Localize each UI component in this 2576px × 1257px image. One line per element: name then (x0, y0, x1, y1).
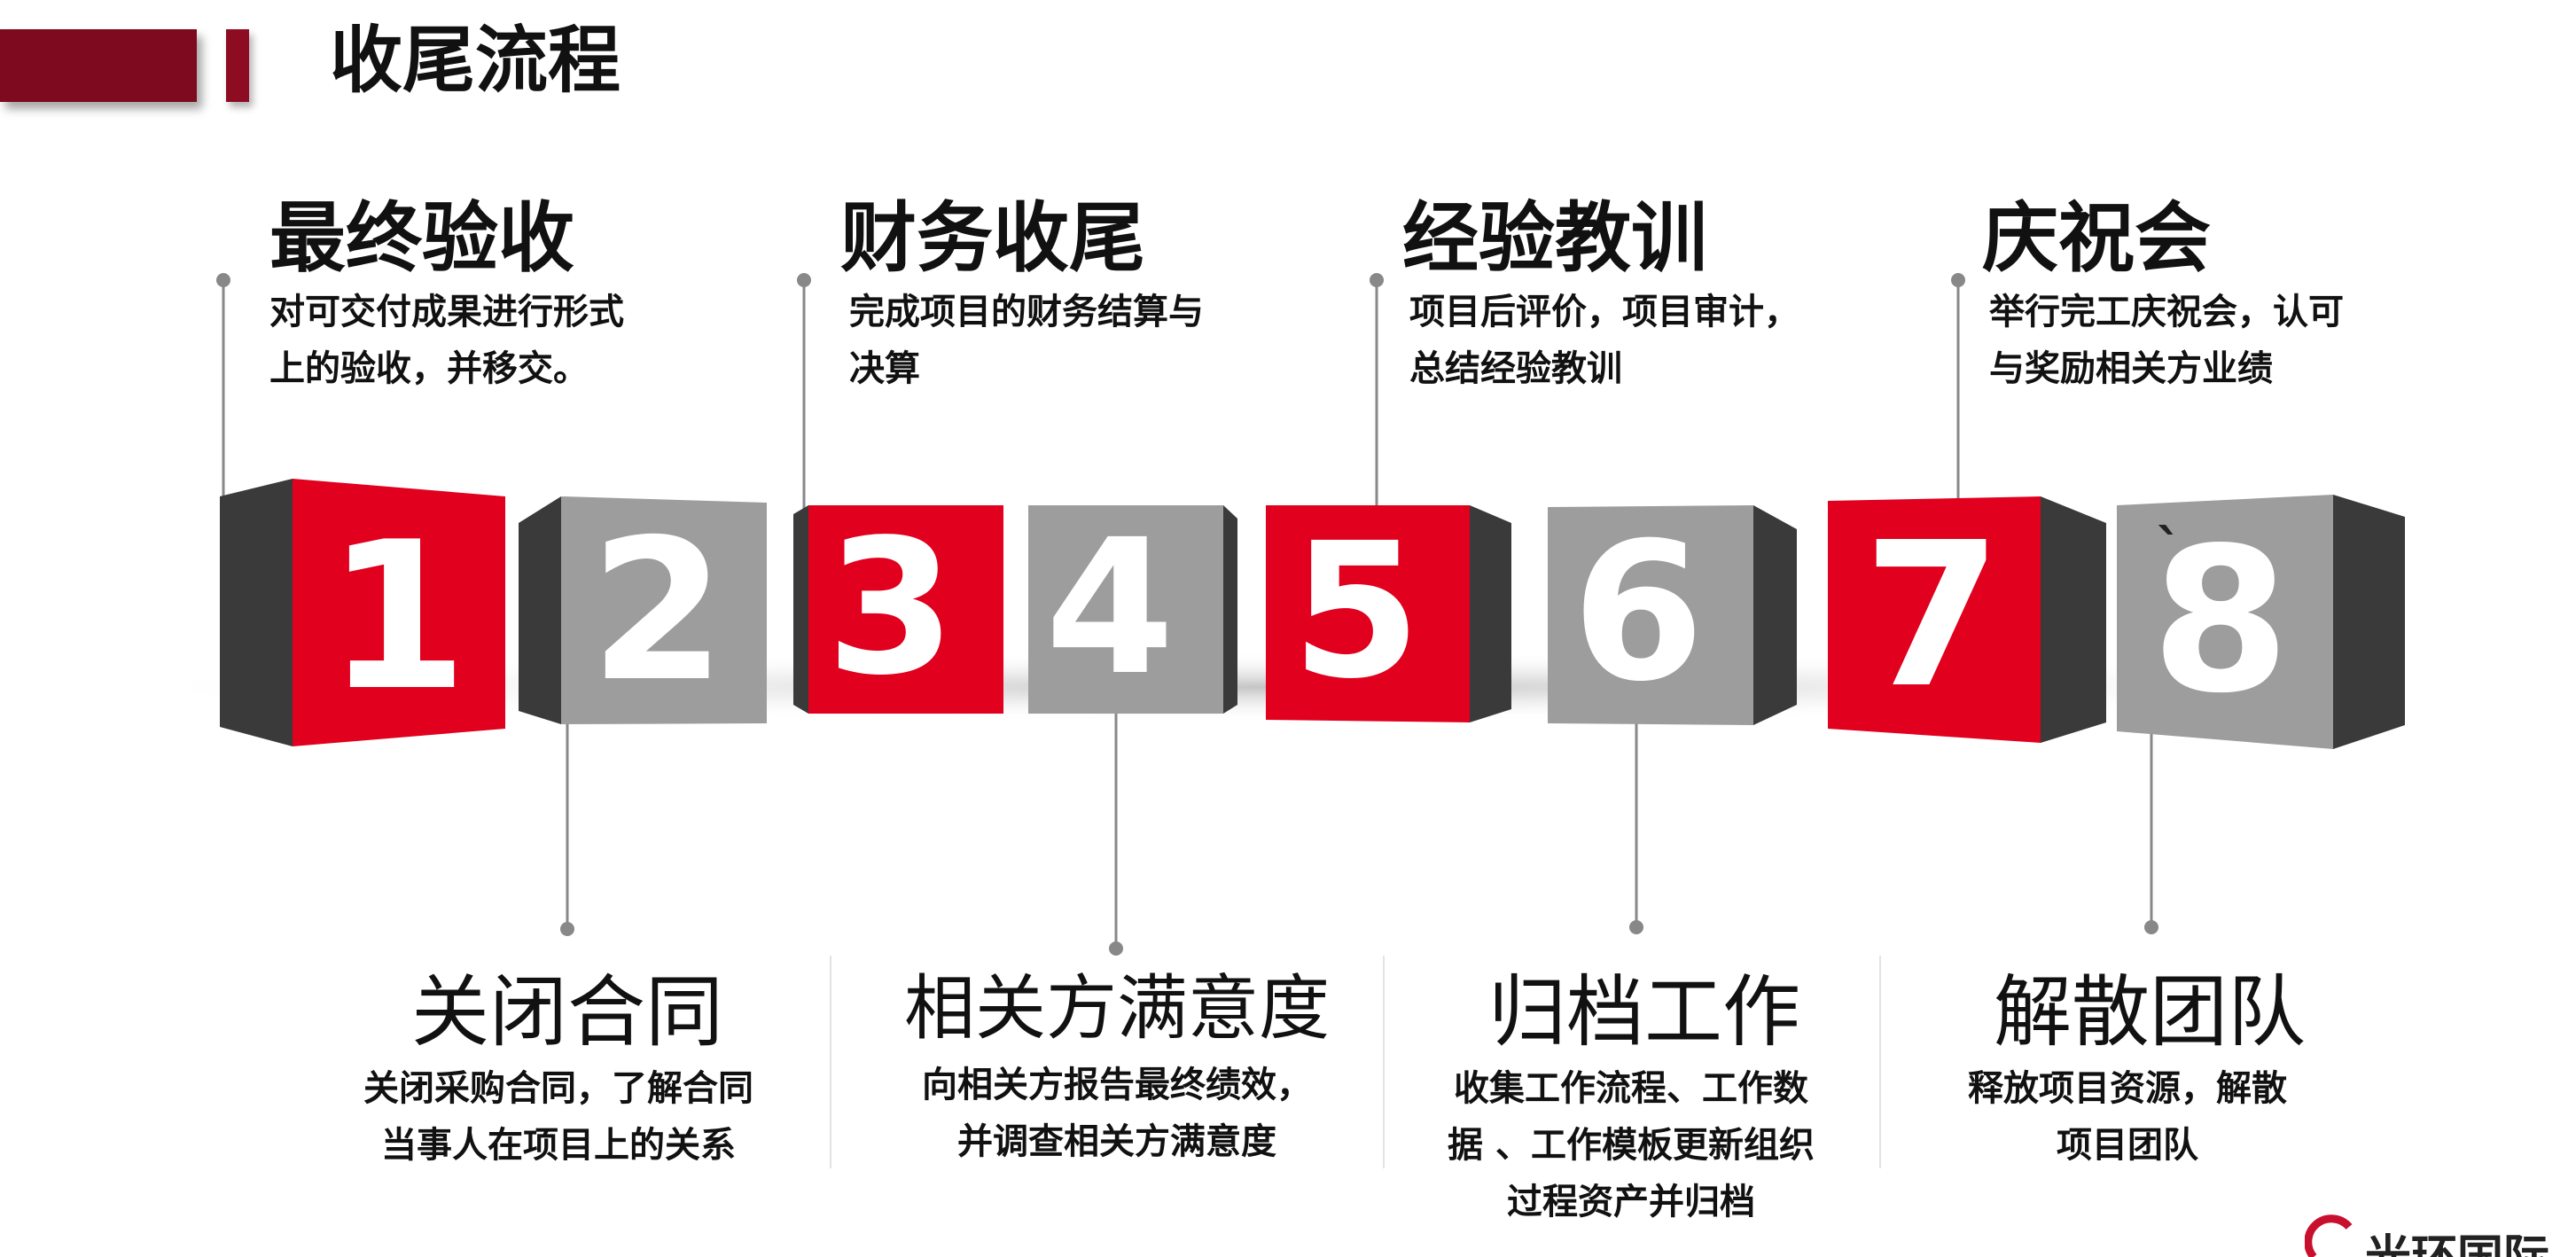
cube-2: 2 (519, 496, 767, 724)
step-desc: 项目后评价，项目审计， 总结经验教训 (1402, 284, 1799, 397)
connector-dot-6 (1629, 920, 1643, 934)
step-desc-line: 举行完工庆祝会，认可 (1989, 292, 2344, 332)
separator (1879, 956, 1881, 1168)
cube-4-side (1223, 505, 1237, 714)
cube-8-mark: ` (2156, 519, 2182, 581)
logo-swoosh-icon (2305, 1214, 2353, 1257)
step-desc: 举行完工庆祝会，认可 与奖励相关方业绩 (1982, 284, 2344, 397)
step-title: 经验教训 (1402, 194, 1707, 283)
cube-8: 8 ` (2117, 495, 2405, 749)
cube-5-number: 5 (1292, 503, 1421, 720)
connector-dot-5 (1370, 273, 1384, 287)
step-title: 关闭合同 (410, 966, 723, 1058)
bottom-connectors (566, 709, 2153, 949)
top-step-1: 最终验收 对可交付成果进行形式 上的验收，并移交。 (269, 200, 624, 397)
step-title: 归档工作 (1487, 966, 1800, 1058)
step-desc: 关闭采购合同，了解合同 当事人在项目上的关系 (319, 1060, 798, 1174)
cube-3-number: 3 (826, 499, 956, 716)
cube-6-side (1753, 505, 1797, 725)
cube-7-side (2041, 496, 2106, 743)
company-logo: 光环国际 (2305, 1214, 2576, 1257)
cube-3: 3 (793, 499, 1003, 716)
step-desc-line: 收集工作流程、工作数 (1454, 1068, 1808, 1109)
connector-dot-8 (2144, 920, 2158, 934)
logo-text: 光环国际 (2365, 1220, 2549, 1257)
step-desc-line: 关闭采购合同，了解合同 (363, 1068, 753, 1109)
connector-dot-4 (1109, 941, 1123, 956)
step-desc-line: 项目团队 (2057, 1125, 2198, 1166)
step-desc-line: 总结经验教训 (1409, 348, 1622, 389)
step-desc-line: 过程资产并归档 (1507, 1182, 1755, 1222)
step-desc-line: 并调查相关方满意度 (957, 1121, 1276, 1162)
step-desc: 释放项目资源，解散 项目团队 (1888, 1060, 2367, 1174)
cube-7: 7 (1828, 496, 2106, 743)
logo-swoosh-path (2305, 1214, 2353, 1257)
bottom-step-2: 关闭合同 关闭采购合同，了解合同 当事人在项目上的关系 (319, 973, 798, 1174)
top-step-3: 财务收尾 完成项目的财务结算与 决算 (840, 200, 1204, 397)
step-desc-line: 当事人在项目上的关系 (381, 1125, 736, 1166)
cube-5: 5 (1266, 503, 1511, 722)
cube-3-side (793, 505, 808, 714)
separator (1383, 956, 1385, 1168)
step-desc-line: 完成项目的财务结算与 (849, 292, 1204, 332)
top-step-7: 庆祝会 举行完工庆祝会，认可 与奖励相关方业绩 (1982, 200, 2344, 397)
connector-dot-1 (216, 273, 230, 287)
cube-4-number: 4 (1045, 499, 1175, 716)
step-desc-line: 对可交付成果进行形式 (269, 292, 624, 332)
step-title: 相关方满意度 (904, 967, 1330, 1050)
step-desc-line: 上的验收，并移交。 (269, 348, 589, 389)
step-desc-line: 据 、工作模板更新组织 (1448, 1125, 1815, 1166)
separator (830, 956, 831, 1168)
step-desc-line: 决算 (849, 348, 920, 389)
cube-7-number: 7 (1863, 500, 2002, 732)
cube-6-number: 6 (1572, 501, 1705, 723)
step-title: 最终验收 (269, 194, 574, 283)
cube-1: 1 (220, 479, 505, 746)
step-desc-line: 与奖励相关方业绩 (1989, 348, 2273, 389)
cube-6: 6 (1548, 501, 1797, 725)
cube-8-side (2333, 495, 2405, 749)
connector-dot-3 (797, 273, 811, 287)
bottom-step-6: 归档工作 收集工作流程、工作数 据 、工作模板更新组织 过程资产并归档 (1392, 973, 1870, 1230)
step-title: 财务收尾 (840, 194, 1145, 283)
step-desc: 完成项目的财务结算与 决算 (840, 284, 1204, 397)
step-desc-line: 释放项目资源，解散 (1968, 1068, 2287, 1109)
step-desc: 对可交付成果进行形式 上的验收，并移交。 (269, 284, 624, 397)
bottom-step-4: 相关方满意度 向相关方报告最终绩效， 并调查相关方满意度 (878, 973, 1356, 1170)
bottom-connector-dots (560, 920, 2158, 956)
cube-5-side (1470, 505, 1511, 722)
step-desc: 收集工作流程、工作数 据 、工作模板更新组织 过程资产并归档 (1392, 1060, 1870, 1230)
cube-1-side (220, 479, 293, 746)
cube-4: 4 (1028, 499, 1237, 716)
bottom-step-8: 解散团队 释放项目资源，解散 项目团队 (1888, 973, 2367, 1174)
step-title: 庆祝会 (1982, 194, 2211, 283)
cube-2-side (519, 496, 561, 724)
cube-2-number: 2 (589, 497, 725, 724)
step-title: 解散团队 (1993, 966, 2306, 1058)
step-desc: 向相关方报告最终绩效， 并调查相关方满意度 (878, 1057, 1356, 1170)
connector-dot-2 (560, 922, 574, 936)
cube-1-number: 1 (326, 499, 468, 736)
step-desc-line: 项目后评价，项目审计， (1409, 292, 1799, 332)
connector-dot-7 (1951, 273, 1965, 287)
step-desc-line: 向相关方报告最终绩效， (922, 1065, 1312, 1105)
top-step-5: 经验教训 项目后评价，项目审计， 总结经验教训 (1402, 200, 1799, 397)
